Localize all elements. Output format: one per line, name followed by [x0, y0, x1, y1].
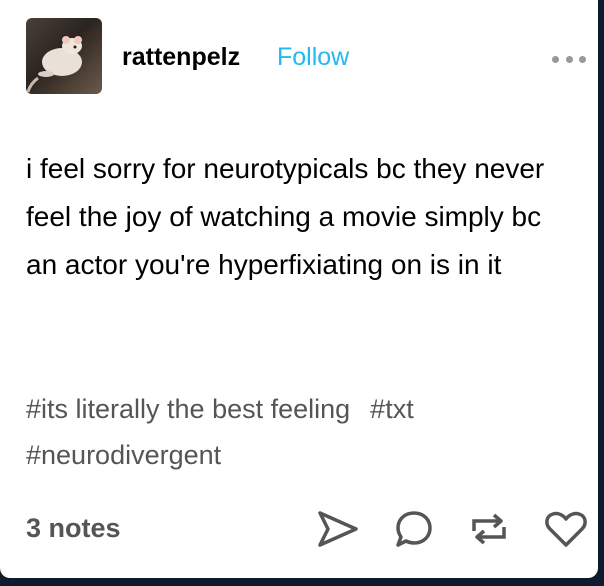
tag-link[interactable]: #neurodivergent [26, 440, 221, 470]
comment-icon[interactable] [394, 509, 434, 549]
post-body: i feel sorry for neurotypicals bc they n… [26, 153, 545, 280]
notes-count[interactable]: 3 notes [26, 513, 121, 544]
tag-link[interactable]: #txt [370, 394, 414, 424]
send-icon[interactable] [316, 509, 360, 549]
avatar[interactable] [26, 18, 102, 94]
post-username[interactable]: rattenpelz [122, 43, 240, 72]
ellipsis-dot [579, 55, 586, 63]
ellipsis-icon[interactable] [552, 54, 586, 64]
reblog-icon[interactable] [468, 509, 510, 549]
post-actions [316, 505, 588, 553]
heart-icon[interactable] [544, 509, 588, 549]
tag-link[interactable]: #its literally the best feeling [26, 394, 350, 424]
rat-avatar-image [26, 36, 82, 93]
follow-button[interactable]: Follow [277, 43, 349, 72]
post-header: rattenpelz Follow [26, 18, 586, 94]
post-tags: #its literally the best feeling #txt #neu… [26, 386, 566, 478]
ellipsis-dot [552, 55, 559, 63]
post-card: rattenpelz Follow i feel sorry for neuro… [0, 0, 598, 578]
post-footer: 3 notes [26, 505, 588, 553]
ellipsis-dot [565, 55, 573, 63]
